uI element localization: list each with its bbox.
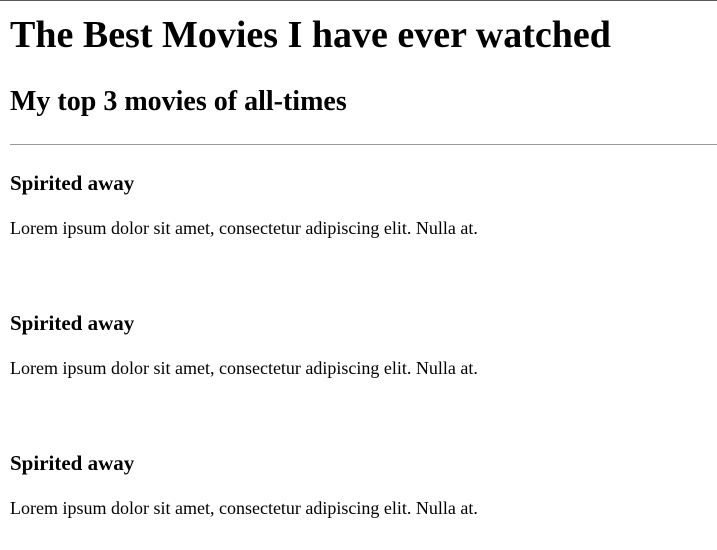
page-subtitle: My top 3 movies of all-times bbox=[10, 86, 347, 117]
movie-title: Spirited away bbox=[10, 451, 135, 475]
page-title: The Best Movies I have ever watched bbox=[10, 14, 611, 56]
movie-description: Lorem ipsum dolor sit amet, consectetur … bbox=[10, 498, 478, 518]
top-border bbox=[0, 0, 717, 1]
movie-description: Lorem ipsum dolor sit amet, consectetur … bbox=[10, 218, 478, 238]
movie-item: Spirited away Lorem ipsum dolor sit amet… bbox=[10, 310, 717, 410]
section-divider bbox=[10, 144, 717, 145]
movie-item: Spirited away Lorem ipsum dolor sit amet… bbox=[10, 170, 717, 270]
movie-title: Spirited away bbox=[10, 311, 135, 335]
movie-item: Spirited away Lorem ipsum dolor sit amet… bbox=[10, 450, 717, 550]
movie-description: Lorem ipsum dolor sit amet, consectetur … bbox=[10, 358, 478, 378]
movie-title: Spirited away bbox=[10, 171, 135, 195]
